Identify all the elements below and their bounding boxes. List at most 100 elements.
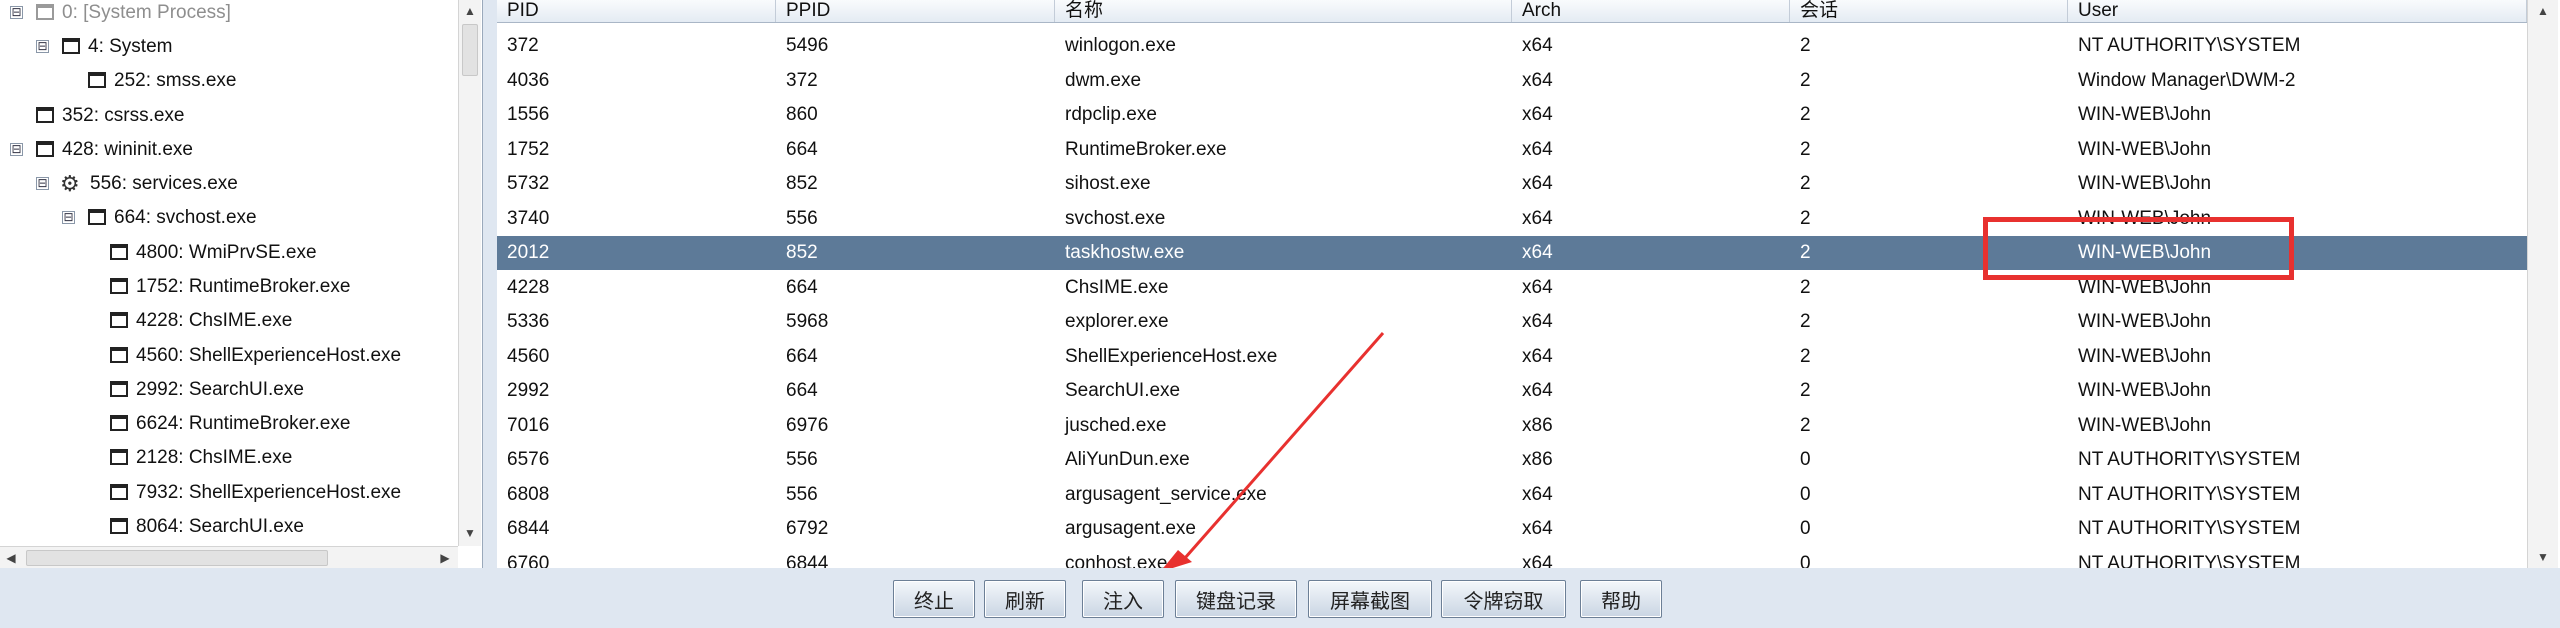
keylogger-button[interactable]: 键盘记录 [1175,580,1297,618]
tree-hscroll-thumb[interactable] [26,550,328,566]
scroll-down-arrow-icon[interactable]: ▼ [459,522,481,544]
table-row[interactable]: 4036 372 dwm.exe x64 2 Window Manager\DWM-2 [497,64,2527,98]
table-row[interactable]: 5336 5968 explorer.exe x64 2 WIN-WEB\John [497,305,2527,339]
help-button[interactable]: 帮助 [1580,580,1662,618]
tree-vertical-scrollbar[interactable]: ▲ ▼ [458,0,481,546]
tree-item[interactable]: 7932: ShellExperienceHost.exe [0,476,458,510]
ppid-cell: 664 [786,276,818,298]
table-row[interactable]: 7016 6976 jusched.exe x86 2 WIN-WEB\John [497,409,2527,443]
tree-item[interactable]: 352: csrss.exe [0,99,458,133]
arch-cell: x64 [1522,552,1553,569]
ppid-cell: 664 [786,345,818,367]
window-icon [110,449,128,465]
tree-item[interactable]: ⊟ 664: svchost.exe [0,201,458,235]
tree-item[interactable]: 252: smss.exe [0,64,458,98]
column-header-user[interactable]: User [2068,0,2527,22]
name-cell: SearchUI.exe [1065,380,1181,401]
tree-item-label: 8064: SearchUI.exe [136,516,304,537]
window-icon [110,347,128,363]
window-icon [88,209,106,225]
panel-splitter[interactable] [483,0,497,568]
session-cell: 2 [1800,138,1811,160]
session-cell: 2 [1800,311,1811,332]
table-row[interactable]: 1556 860 rdpclip.exe x64 2 WIN-WEB\John [497,98,2527,132]
collapse-toggle-icon[interactable]: ⊟ [10,6,23,19]
scroll-up-arrow-icon[interactable]: ▲ [459,0,481,22]
tree-horizontal-scrollbar[interactable]: ◀ ▶ [0,546,458,568]
table-vertical-scrollbar[interactable]: ▲ ▼ [2527,0,2558,568]
tree-vscroll-thumb[interactable] [462,24,478,76]
inject-button[interactable]: 注入 [1082,580,1164,618]
ppid-cell: 664 [786,138,818,160]
table-row[interactable]: 6576 556 AliYunDun.exe x86 0 NT AUTHORITY\SYS… [497,443,2527,477]
pid-cell: 5336 [507,311,550,332]
window-icon [110,244,128,260]
table-row[interactable]: 6760 6844 conhost.exe x64 0 NT AUTHORITY\SYST… [497,547,2527,569]
table-row[interactable]: 4560 664 ShellExperienceHost.exe x64 2 WIN-WE… [497,340,2527,374]
scroll-left-arrow-icon[interactable]: ◀ [0,547,22,568]
ppid-cell: 664 [786,380,818,401]
collapse-toggle-icon[interactable]: ⊟ [36,177,49,190]
arch-cell: x86 [1522,414,1553,436]
column-header-session[interactable]: 会话 [1790,0,2068,22]
table-row[interactable]: 372 5496 winlogon.exe x64 2 NT AUTHORITY\SYST… [497,29,2527,63]
scroll-right-arrow-icon[interactable]: ▶ [434,547,456,568]
collapse-toggle-icon[interactable]: ⊟ [10,143,23,156]
table-row[interactable]: 6844 6792 argusagent.exe x64 0 NT AUTHORITY\S… [497,512,2527,546]
session-cell: 2 [1800,345,1811,367]
tree-item[interactable]: ⊟ 0: [System Process] [0,0,458,30]
scroll-down-arrow-icon[interactable]: ▼ [2532,546,2554,568]
arch-cell: x86 [1522,449,1553,470]
tree-item[interactable]: 4560: ShellExperienceHost.exe [0,339,458,373]
tree-item[interactable]: 8064: SearchUI.exe [0,510,458,544]
tree-item-label: 556: services.exe [90,173,238,194]
token-steal-button[interactable]: 令牌窃取 [1441,580,1566,618]
screenshot-button[interactable]: 屏幕截图 [1308,580,1432,618]
session-cell: 2 [1800,35,1811,56]
tree-item[interactable]: ⊟ 428: wininit.exe [0,133,458,167]
ppid-cell: 372 [786,69,818,91]
table-row[interactable]: 1752 664 RuntimeBroker.exe x64 2 WIN-WEB\John [497,133,2527,167]
tree-item[interactable]: 2128: ChsIME.exe [0,441,458,475]
ppid-cell: 6792 [786,518,829,539]
arch-cell: x64 [1522,104,1553,125]
window-icon [110,312,128,328]
window-icon [110,278,128,294]
refresh-button[interactable]: 刷新 [984,580,1066,618]
table-row[interactable]: 2992 664 SearchUI.exe x64 2 WIN-WEB\John [497,374,2527,408]
tree-item[interactable]: 6624: RuntimeBroker.exe [0,407,458,441]
column-header-pid[interactable]: PID [497,0,776,22]
tree-item[interactable]: 4800: WmiPrvSE.exe [0,236,458,270]
collapse-toggle-icon[interactable]: ⊟ [62,211,75,224]
user-cell: WIN-WEB\John [2078,138,2212,160]
user-cell: NT AUTHORITY\SYSTEM [2078,35,2301,56]
scroll-up-arrow-icon[interactable]: ▲ [2532,0,2554,22]
table-row[interactable]: 5732 852 sihost.exe x64 2 WIN-WEB\John [497,167,2527,201]
column-header-ppid[interactable]: PPID [776,0,1055,22]
pid-cell: 5732 [507,173,550,194]
arch-cell: x64 [1522,380,1553,401]
column-header-name[interactable]: 名称 [1055,0,1512,22]
table-row[interactable]: 6808 556 argusagent_service.exe x64 0 NT AUTH… [497,478,2527,512]
tree-item[interactable]: ⊟ 4: System [0,30,458,64]
window-icon [62,38,80,54]
column-header-arch[interactable]: Arch [1512,0,1790,22]
ppid-cell: 556 [786,207,818,229]
tree-item-label: 352: csrss.exe [62,105,185,126]
ppid-cell: 860 [786,104,818,125]
name-cell: conhost.exe [1065,552,1168,569]
name-cell: ShellExperienceHost.exe [1065,345,1278,367]
ppid-cell: 6844 [786,552,829,569]
collapse-toggle-icon[interactable]: ⊟ [36,40,49,53]
tree-item[interactable]: 4228: ChsIME.exe [0,304,458,338]
pid-cell: 4036 [507,69,550,91]
pid-cell: 3740 [507,207,550,229]
tree-item[interactable]: 1752: RuntimeBroker.exe [0,270,458,304]
terminate-button[interactable]: 终止 [893,580,975,618]
tree-item-label: 4560: ShellExperienceHost.exe [136,345,402,366]
ppid-cell: 852 [786,173,818,194]
tree-item[interactable]: ⊟ ⚙ 556: services.exe [0,167,458,201]
session-cell: 0 [1800,449,1811,470]
tree-item[interactable]: 2992: SearchUI.exe [0,373,458,407]
window-icon [36,107,54,123]
